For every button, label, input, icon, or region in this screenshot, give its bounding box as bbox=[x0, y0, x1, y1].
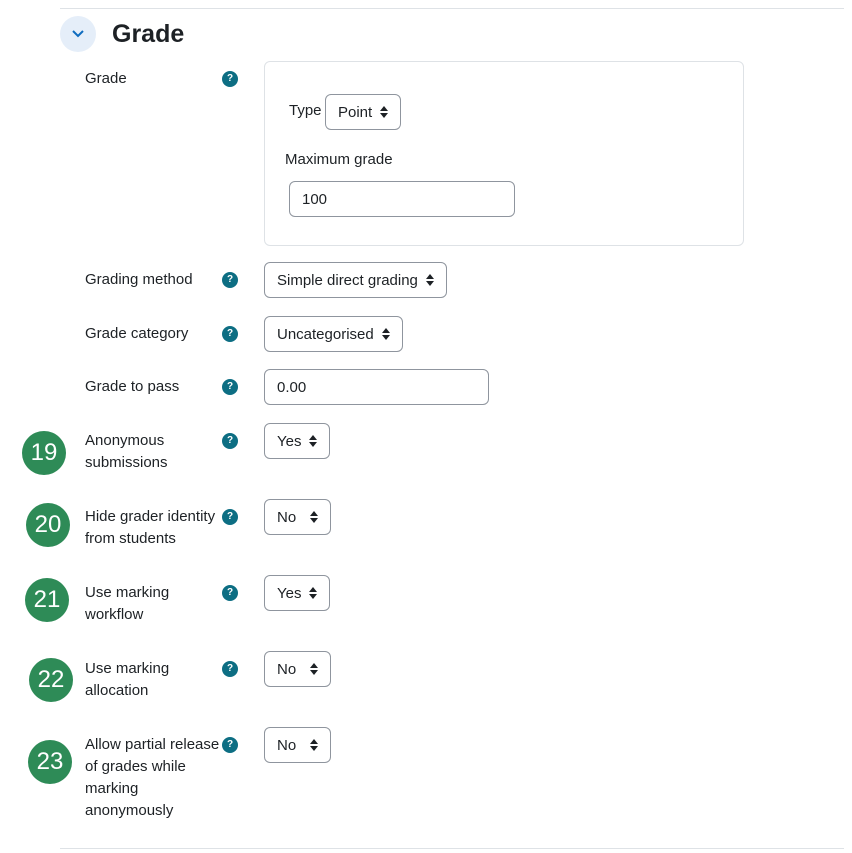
chevron-down-icon bbox=[72, 30, 84, 38]
marking-allocation-select[interactable]: No bbox=[264, 651, 332, 687]
marking-allocation-value: No bbox=[277, 660, 297, 678]
partial-release-label: Allow partial release of grades while ma… bbox=[85, 736, 220, 819]
anonymous-submissions-label: Anonymous submissions bbox=[85, 432, 168, 471]
help-icon[interactable]: ? bbox=[222, 509, 238, 525]
grade-category-select[interactable]: Uncategorised bbox=[264, 316, 403, 352]
sort-caret-icon bbox=[380, 106, 389, 118]
marking-workflow-select[interactable]: Yes bbox=[264, 575, 331, 611]
marking-workflow-value: Yes bbox=[277, 584, 302, 602]
section-divider-top bbox=[60, 8, 844, 9]
help-icon[interactable]: ? bbox=[222, 326, 238, 342]
sort-caret-icon bbox=[381, 328, 390, 340]
partial-release-select[interactable]: No bbox=[264, 727, 332, 763]
grade-to-pass-label: Grade to pass bbox=[85, 378, 180, 395]
step-badge: 19 bbox=[22, 431, 66, 475]
help-icon[interactable]: ? bbox=[222, 585, 238, 601]
sort-caret-icon bbox=[310, 739, 319, 751]
anonymous-submissions-select[interactable]: Yes bbox=[264, 423, 331, 459]
marking-workflow-label: Use marking workflow bbox=[85, 584, 170, 623]
sort-caret-icon bbox=[310, 511, 319, 523]
hide-grader-identity-value: No bbox=[277, 508, 297, 526]
marking-allocation-label: Use marking allocation bbox=[85, 660, 170, 699]
grade-category-value: Uncategorised bbox=[277, 325, 374, 343]
help-icon[interactable]: ? bbox=[222, 379, 238, 395]
grading-method-label: Grading method bbox=[85, 271, 193, 288]
grade-to-pass-input[interactable]: 0.00 bbox=[264, 369, 489, 405]
hide-grader-identity-label: Hide grader identity from students bbox=[85, 508, 216, 547]
sort-caret-icon bbox=[309, 587, 318, 599]
collapse-button[interactable] bbox=[60, 16, 96, 52]
type-label: Type bbox=[289, 102, 322, 119]
help-icon[interactable]: ? bbox=[222, 71, 238, 87]
grade-label: Grade bbox=[85, 70, 127, 87]
help-icon[interactable]: ? bbox=[222, 661, 238, 677]
anonymous-submissions-value: Yes bbox=[277, 432, 302, 450]
maximum-grade-label: Maximum grade bbox=[285, 151, 393, 168]
sort-caret-icon bbox=[310, 663, 319, 675]
grade-fieldset: Type Point Maximum grade 100 bbox=[264, 61, 744, 246]
grade-category-label: Grade category bbox=[85, 325, 189, 342]
type-select-value: Point bbox=[338, 103, 373, 121]
sort-caret-icon bbox=[309, 435, 318, 447]
grading-method-select[interactable]: Simple direct grading bbox=[264, 262, 447, 298]
step-badge: 21 bbox=[25, 578, 69, 622]
step-badge: 22 bbox=[29, 658, 73, 702]
section-divider-bottom bbox=[60, 848, 844, 849]
help-icon[interactable]: ? bbox=[222, 433, 238, 449]
maximum-grade-input[interactable]: 100 bbox=[289, 181, 515, 217]
grade-section-header: Grade bbox=[60, 16, 184, 52]
partial-release-value: No bbox=[277, 736, 297, 754]
step-badge: 20 bbox=[26, 503, 70, 547]
step-badge: 23 bbox=[28, 740, 72, 784]
grading-method-value: Simple direct grading bbox=[277, 271, 418, 289]
type-select[interactable]: Point bbox=[325, 94, 402, 130]
hide-grader-identity-select[interactable]: No bbox=[264, 499, 332, 535]
section-title: Grade bbox=[112, 19, 185, 48]
help-icon[interactable]: ? bbox=[222, 272, 238, 288]
help-icon[interactable]: ? bbox=[222, 737, 238, 753]
sort-caret-icon bbox=[425, 274, 434, 286]
